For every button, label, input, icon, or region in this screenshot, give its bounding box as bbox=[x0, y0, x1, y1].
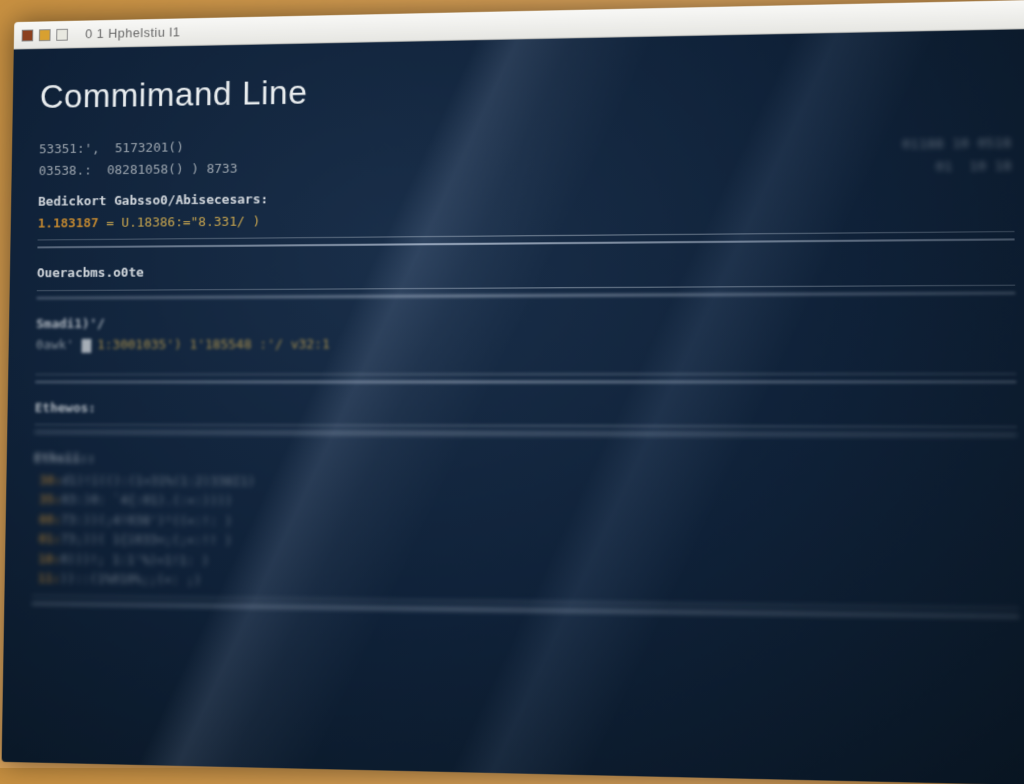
divider bbox=[34, 431, 1017, 436]
window-title: 0 1 Hphelstiu l1 bbox=[85, 24, 180, 41]
terminal-area[interactable]: Commimand Line 01188 10 0518 01 10 18 53… bbox=[2, 29, 1024, 784]
maximize-button[interactable] bbox=[56, 28, 68, 40]
divider bbox=[37, 292, 1016, 299]
divider bbox=[37, 284, 1015, 291]
section-label: Ethsii:: bbox=[34, 449, 1018, 474]
divider bbox=[35, 373, 1016, 375]
cursor bbox=[81, 339, 91, 353]
divider bbox=[32, 602, 1020, 617]
data-block: 38:d1)!ï(():(1»31%(1:2)338I1) 35:03:)0: … bbox=[32, 471, 1019, 601]
output-line: 0awk' 1:3001035') 1'185548 :'/ v32:1 bbox=[36, 333, 1016, 355]
terminal-heading: Commimand Line bbox=[39, 54, 1013, 122]
screen-frame: 0 1 Hphelstiu l1 Commimand Line 01188 10… bbox=[2, 0, 1024, 784]
divider bbox=[35, 380, 1016, 382]
close-button[interactable] bbox=[22, 29, 34, 41]
section-label: Smadi1)'/ bbox=[36, 311, 1016, 335]
minimize-button[interactable] bbox=[39, 29, 51, 41]
divider bbox=[37, 238, 1014, 248]
divider bbox=[35, 424, 1017, 427]
section-label: Ethewos: bbox=[35, 399, 1017, 421]
